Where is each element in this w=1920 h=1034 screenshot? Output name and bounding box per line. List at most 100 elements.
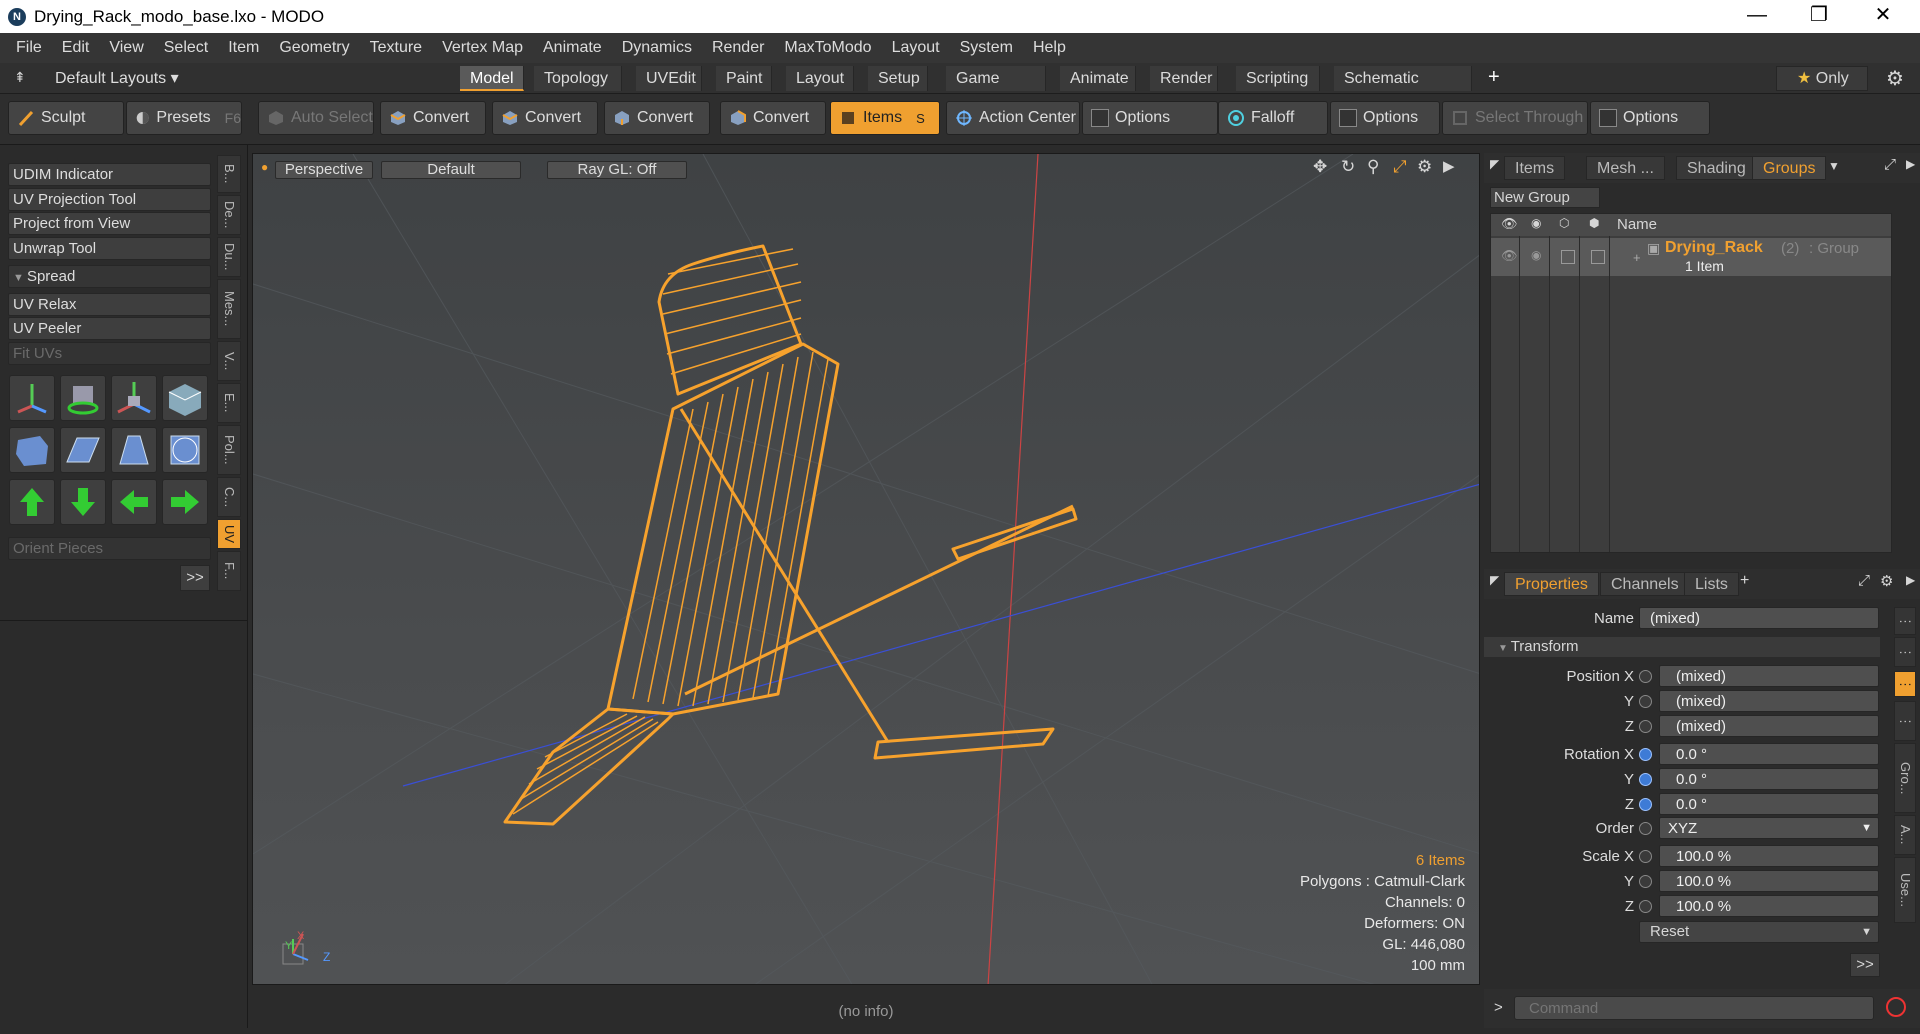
- select-through-options-button[interactable]: Options: [1590, 101, 1710, 135]
- uv-transform-icon[interactable]: [9, 375, 55, 421]
- name-column-header[interactable]: Name: [1617, 216, 1657, 233]
- tab-paint[interactable]: Paint: [716, 66, 772, 91]
- tab-layout[interactable]: Layout: [786, 66, 854, 91]
- restore-button[interactable]: ❐: [1790, 0, 1848, 33]
- add-tab-icon[interactable]: +: [1740, 572, 1749, 590]
- menu-help[interactable]: Help: [1023, 39, 1076, 57]
- 3d-viewport[interactable]: ● Perspective Default Ray GL: Off ✥ ↻ ⚲ …: [252, 153, 1480, 985]
- unwrap-tool-button[interactable]: Unwrap Tool: [8, 237, 211, 260]
- visibility-eye-icon[interactable]: 👁: [1501, 216, 1518, 232]
- viewport-settings-icon[interactable]: ⚙: [1417, 157, 1432, 177]
- uv-grid-icon[interactable]: [60, 427, 106, 473]
- vtab-fusion[interactable]: F...: [217, 551, 241, 591]
- menu-layout[interactable]: Layout: [882, 39, 950, 57]
- close-button[interactable]: ✕: [1854, 0, 1912, 33]
- convert-button-3[interactable]: Convert: [604, 101, 710, 135]
- uv-projection-tool-button[interactable]: UV Projection Tool: [8, 188, 211, 211]
- shading-button[interactable]: Default: [381, 161, 521, 179]
- tab-shading[interactable]: Shading: [1676, 156, 1757, 180]
- convert-button-4[interactable]: Convert: [720, 101, 826, 135]
- menu-render[interactable]: Render: [702, 39, 774, 57]
- minimize-button[interactable]: —: [1728, 0, 1786, 33]
- tab-setup[interactable]: Setup: [868, 66, 928, 91]
- row-render-icon[interactable]: ◉: [1531, 248, 1541, 262]
- row-lock-checkbox[interactable]: [1561, 250, 1575, 264]
- pin-icon[interactable]: ⇞: [14, 69, 26, 86]
- action-center-button[interactable]: Action Center: [946, 101, 1080, 135]
- menu-file[interactable]: File: [6, 39, 52, 57]
- tab-items[interactable]: Items: [1504, 156, 1566, 180]
- keyframe-dot-icon[interactable]: [1639, 900, 1652, 913]
- menu-geometry[interactable]: Geometry: [269, 39, 359, 57]
- tab-properties[interactable]: Properties: [1504, 572, 1599, 596]
- panel-pin-icon[interactable]: ◤: [1490, 157, 1499, 171]
- position-y-field[interactable]: (mixed): [1659, 690, 1879, 712]
- keyframe-dot-icon[interactable]: [1639, 798, 1652, 811]
- menu-system[interactable]: System: [950, 39, 1023, 57]
- keyframe-dot-icon[interactable]: [1639, 695, 1652, 708]
- rotation-x-field[interactable]: 0.0 °: [1659, 743, 1879, 765]
- vtab-user[interactable]: Use...: [1894, 857, 1916, 923]
- command-input[interactable]: [1514, 996, 1874, 1020]
- gear-icon[interactable]: ⚙: [1886, 66, 1904, 91]
- menu-dynamics[interactable]: Dynamics: [612, 39, 702, 57]
- uv-cube-icon[interactable]: [162, 375, 208, 421]
- zoom-icon[interactable]: ⚲: [1367, 157, 1379, 177]
- side-strip-1[interactable]: ⋮: [1894, 607, 1916, 635]
- keyframe-dot-icon[interactable]: [1639, 850, 1652, 863]
- vtab-edge[interactable]: E...: [217, 383, 241, 423]
- order-select[interactable]: XYZ ▼: [1659, 817, 1879, 839]
- falloff-button[interactable]: Falloff: [1218, 101, 1328, 135]
- tab-dropdown-icon[interactable]: ▼: [1828, 159, 1840, 173]
- only-button[interactable]: ★ Only: [1776, 66, 1868, 91]
- expand-icon[interactable]: ⤢: [1858, 572, 1870, 589]
- menu-select[interactable]: Select: [154, 39, 218, 57]
- vtab-mesh-edit[interactable]: Mes...: [217, 279, 241, 339]
- side-strip-3[interactable]: ⋮: [1894, 701, 1916, 741]
- vtab-basic[interactable]: B...: [217, 155, 241, 193]
- vtab-groups[interactable]: Gro...: [1894, 743, 1916, 813]
- layout-selector[interactable]: Default Layouts ▾: [55, 68, 179, 88]
- rotation-z-field[interactable]: 0.0 °: [1659, 793, 1879, 815]
- falloff-options-button[interactable]: Options: [1330, 101, 1440, 135]
- maximize-icon[interactable]: ⤢: [1393, 157, 1407, 177]
- vtab-vertex[interactable]: V...: [217, 341, 241, 381]
- convert-button-1[interactable]: Convert: [380, 101, 486, 135]
- tab-schematic-fusion[interactable]: Schematic Fusion: [1334, 66, 1472, 112]
- panel-arrow-icon[interactable]: ▶: [1906, 573, 1915, 587]
- reset-dropdown[interactable]: Reset ▼: [1639, 921, 1879, 943]
- vtab-a[interactable]: A...: [1894, 815, 1916, 855]
- uv-sphere-icon[interactable]: [162, 427, 208, 473]
- record-icon[interactable]: [1886, 997, 1906, 1017]
- tab-mesh[interactable]: Mesh ...: [1586, 156, 1665, 180]
- row-eye-icon[interactable]: 👁: [1501, 248, 1518, 264]
- menu-item[interactable]: Item: [218, 39, 269, 57]
- project-from-view-button[interactable]: Project from View: [8, 212, 211, 235]
- gear-icon[interactable]: ⚙: [1880, 572, 1893, 590]
- rotate-icon[interactable]: ↻: [1341, 157, 1355, 177]
- menu-maxtomodo[interactable]: MaxToModo: [774, 39, 881, 57]
- arrow-down-icon[interactable]: [60, 479, 106, 525]
- convert-button-2[interactable]: Convert: [492, 101, 598, 135]
- viewport-menu-arrow-icon[interactable]: ▶: [1443, 157, 1455, 175]
- items-button[interactable]: Items S: [830, 101, 940, 135]
- menu-edit[interactable]: Edit: [52, 39, 100, 57]
- orient-pieces-button[interactable]: Orient Pieces: [8, 537, 211, 560]
- vtab-deform[interactable]: De...: [217, 195, 241, 235]
- lock-icon[interactable]: ⬡: [1559, 216, 1569, 230]
- position-x-field[interactable]: (mixed): [1659, 665, 1879, 687]
- keyframe-dot-icon[interactable]: [1639, 720, 1652, 733]
- side-strip-2[interactable]: ⋮: [1894, 637, 1916, 667]
- row-select-checkbox[interactable]: [1591, 250, 1605, 264]
- uv-plane-icon[interactable]: [111, 427, 157, 473]
- uv-box-map-icon[interactable]: [9, 427, 55, 473]
- expand-icon[interactable]: ⤢: [1884, 156, 1896, 173]
- group-row[interactable]: 👁 ◉ + ▣ Drying_Rack (2) : Group 1 Item: [1491, 238, 1891, 276]
- menu-animate[interactable]: Animate: [533, 39, 612, 57]
- uv-relax-button[interactable]: UV Relax: [8, 293, 211, 316]
- add-tab-button[interactable]: +: [1488, 66, 1500, 89]
- expand-plus-icon[interactable]: +: [1633, 250, 1641, 265]
- viewport-dot-icon[interactable]: ●: [261, 160, 268, 174]
- render-icon[interactable]: ◉: [1531, 216, 1541, 230]
- tab-channels[interactable]: Channels: [1600, 572, 1690, 596]
